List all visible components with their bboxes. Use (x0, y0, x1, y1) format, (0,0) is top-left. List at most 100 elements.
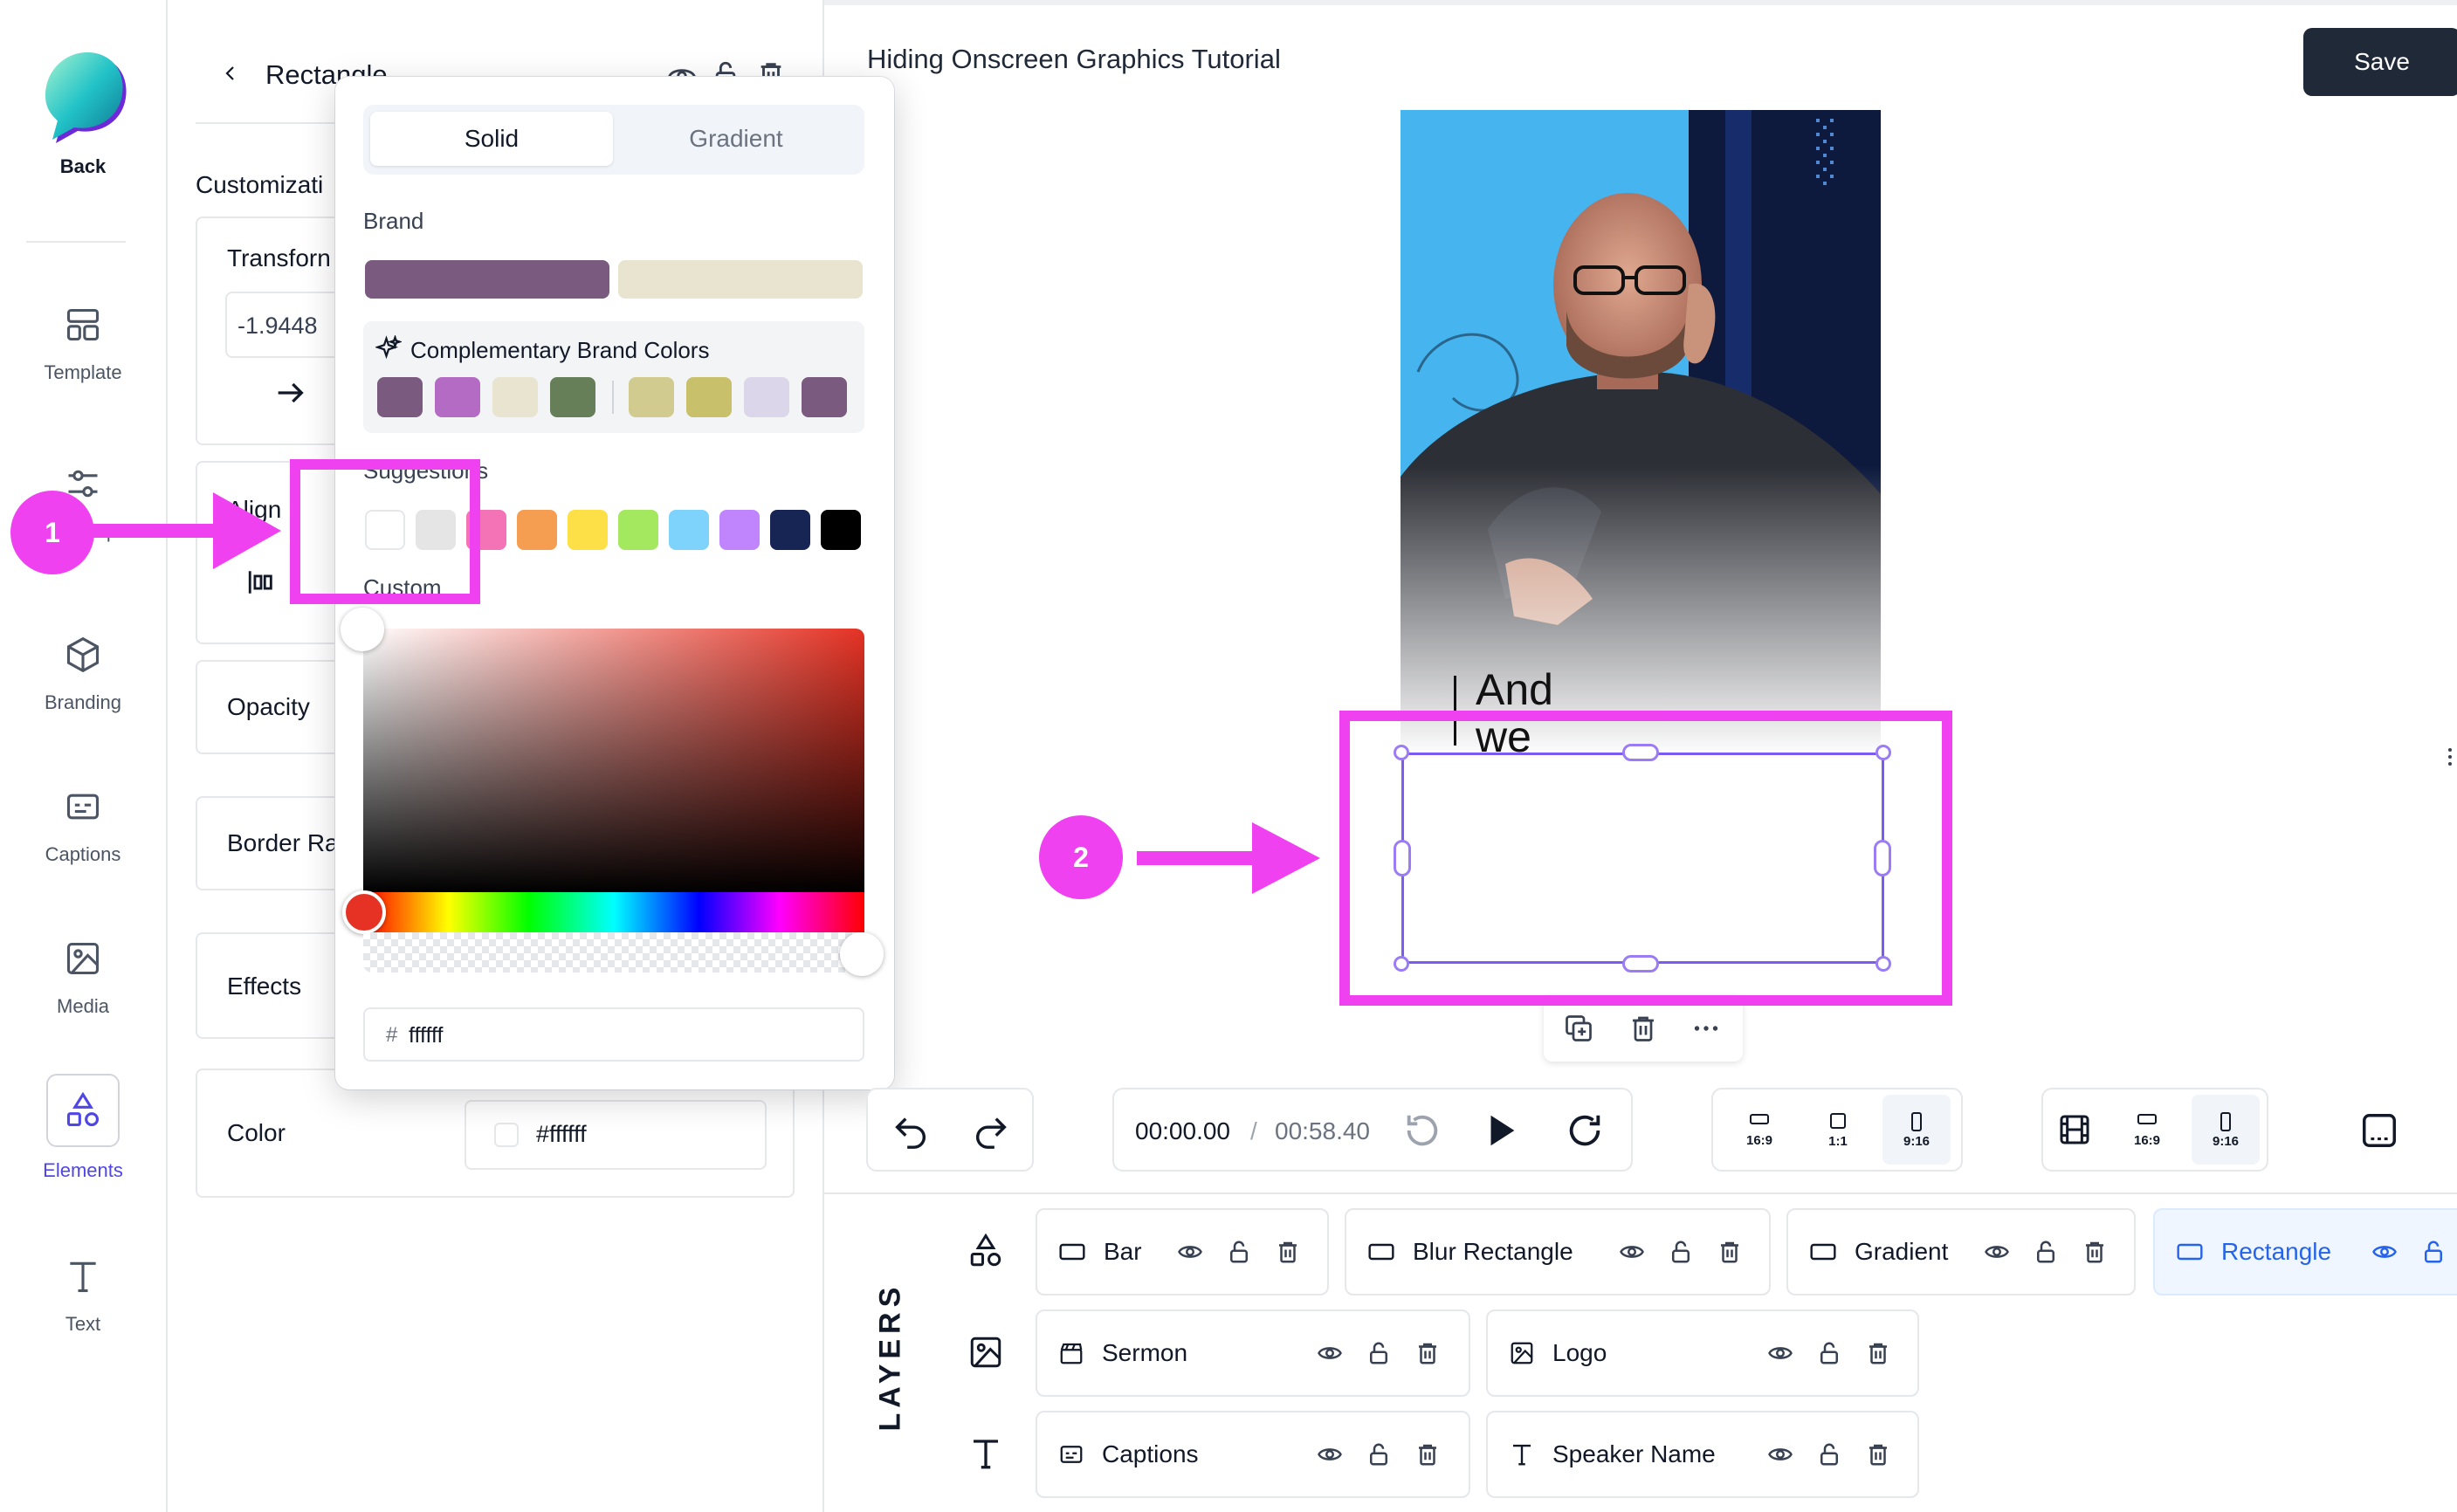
layer-chip-rectangle[interactable]: Rectangle (2153, 1208, 2457, 1296)
more-options-icon[interactable] (1690, 1013, 1722, 1044)
layer-chip-bar[interactable]: Bar (1036, 1208, 1329, 1296)
layer-chip-speaker-name[interactable]: Speaker Name (1486, 1411, 1919, 1498)
suggestion-swatch[interactable] (669, 510, 709, 550)
complementary-swatch[interactable] (435, 377, 480, 417)
nav-item-elements[interactable]: Elements (0, 1074, 166, 1182)
project-title: Hiding Onscreen Graphics Tutorial (867, 44, 1281, 74)
trash-icon[interactable] (1628, 1013, 1659, 1044)
ratio-16-9-button[interactable]: 16:9 (1725, 1095, 1793, 1165)
nav-item-media[interactable]: Media (0, 922, 166, 1018)
border-radius-label: Border Ra (227, 829, 339, 856)
layer-chip-sermon[interactable]: Sermon (1036, 1309, 1470, 1397)
eye-icon[interactable] (1317, 1441, 1343, 1467)
unlock-icon[interactable] (1816, 1441, 1842, 1467)
fullscreen-icon[interactable] (2359, 1110, 2399, 1151)
brand-color-swatch[interactable] (618, 260, 863, 299)
suggestion-swatch[interactable] (568, 510, 608, 550)
complementary-swatch[interactable] (629, 377, 674, 417)
back-button[interactable]: Back (0, 44, 166, 178)
ratio-1-1-button[interactable]: 1:1 (1804, 1095, 1872, 1165)
complementary-swatch[interactable] (802, 377, 847, 417)
redo-icon[interactable] (971, 1110, 1011, 1151)
eye-icon[interactable] (1619, 1239, 1645, 1265)
alpha-slider[interactable] (363, 932, 864, 972)
nav-item-branding[interactable]: Branding (0, 618, 166, 714)
layer-name: Speaker Name (1552, 1440, 1716, 1467)
tab-gradient[interactable]: Gradient (615, 112, 857, 166)
export-ratio-16-9-button[interactable]: 16:9 (2113, 1095, 2181, 1165)
tab-solid[interactable]: Solid (370, 112, 613, 166)
brand-color-swatch[interactable] (365, 260, 609, 299)
shapes-icon (46, 1074, 120, 1147)
unlock-icon[interactable] (2033, 1239, 2059, 1265)
landscape-icon (1750, 1113, 1769, 1124)
hex-prefix: # (386, 1023, 398, 1047)
trash-icon[interactable] (1414, 1441, 1441, 1467)
restart-icon[interactable] (1402, 1110, 1442, 1151)
save-button[interactable]: Save (2303, 28, 2457, 96)
refresh-icon[interactable] (1565, 1110, 1605, 1151)
nav-item-captions[interactable]: Captions (0, 770, 166, 866)
canvas-edge-handle[interactable] (2447, 746, 2454, 768)
back-label: Back (59, 155, 107, 177)
sparkles-icon (375, 335, 402, 361)
complementary-swatch[interactable] (550, 377, 595, 417)
trash-icon[interactable] (1414, 1340, 1441, 1366)
unlock-icon[interactable] (1668, 1239, 1694, 1265)
nav-item-template[interactable]: Template (0, 288, 166, 384)
trash-icon[interactable] (1717, 1239, 1743, 1265)
arrow-right-icon[interactable] (272, 375, 307, 410)
eye-icon[interactable] (1767, 1441, 1793, 1467)
text-category-icon (967, 1435, 1004, 1472)
complementary-swatch[interactable] (686, 377, 732, 417)
layer-chip-gradient[interactable]: Gradient (1786, 1208, 2136, 1296)
hex-input[interactable]: # ffffff (363, 1007, 864, 1062)
eye-icon[interactable] (2371, 1239, 2398, 1265)
unlock-icon[interactable] (1816, 1340, 1842, 1366)
trash-icon[interactable] (1865, 1340, 1891, 1366)
export-ratio-9-16-button[interactable]: 9:16 (2192, 1095, 2260, 1165)
video-preview[interactable]: And we (1401, 110, 1881, 756)
complementary-swatch[interactable] (744, 377, 789, 417)
layer-chip-blur-rectangle[interactable]: Blur Rectangle (1345, 1208, 1771, 1296)
unlock-icon[interactable] (1366, 1441, 1392, 1467)
trash-icon[interactable] (2082, 1239, 2108, 1265)
play-icon[interactable] (1481, 1110, 1521, 1151)
panel-back-chevron-icon[interactable] (220, 63, 241, 84)
saturation-handle[interactable] (341, 608, 384, 651)
ratio-label: 1:1 (1828, 1133, 1848, 1149)
ratio-9-16-button[interactable]: 9:16 (1882, 1095, 1951, 1165)
trash-icon[interactable] (1275, 1239, 1301, 1265)
unlock-icon[interactable] (1366, 1340, 1392, 1366)
trash-icon[interactable] (1865, 1441, 1891, 1467)
suggestion-swatch[interactable] (770, 510, 810, 550)
alpha-handle[interactable] (840, 932, 884, 976)
film-icon[interactable] (2057, 1112, 2092, 1147)
layer-chip-captions[interactable]: Captions (1036, 1411, 1470, 1498)
eye-icon[interactable] (1984, 1239, 2010, 1265)
layer-chip-logo[interactable]: Logo (1486, 1309, 1919, 1397)
suggestion-swatch[interactable] (618, 510, 658, 550)
complementary-swatch[interactable] (377, 377, 423, 417)
color-input[interactable]: #ffffff (465, 1100, 767, 1170)
unlock-icon[interactable] (1226, 1239, 1252, 1265)
hue-handle[interactable] (342, 890, 386, 934)
nav-item-text[interactable]: Text (0, 1240, 166, 1336)
landscape-icon (2137, 1113, 2157, 1124)
suggestion-swatch[interactable] (821, 510, 861, 550)
ratio-label: 9:16 (2212, 1133, 2240, 1149)
ratio-label: 16:9 (2133, 1132, 2161, 1148)
complementary-swatch[interactable] (492, 377, 538, 417)
app-logo-icon (45, 52, 127, 143)
saturation-picker[interactable] (363, 629, 864, 892)
undo-icon[interactable] (891, 1110, 931, 1151)
hue-slider[interactable] (363, 892, 864, 932)
duplicate-icon[interactable] (1563, 1013, 1594, 1044)
unlock-icon[interactable] (2420, 1239, 2447, 1265)
eye-icon[interactable] (1317, 1340, 1343, 1366)
eye-icon[interactable] (1177, 1239, 1203, 1265)
suggestion-swatch[interactable] (719, 510, 760, 550)
suggestion-swatch[interactable] (517, 510, 557, 550)
current-time: 00:00.00 (1135, 1117, 1230, 1144)
eye-icon[interactable] (1767, 1340, 1793, 1366)
